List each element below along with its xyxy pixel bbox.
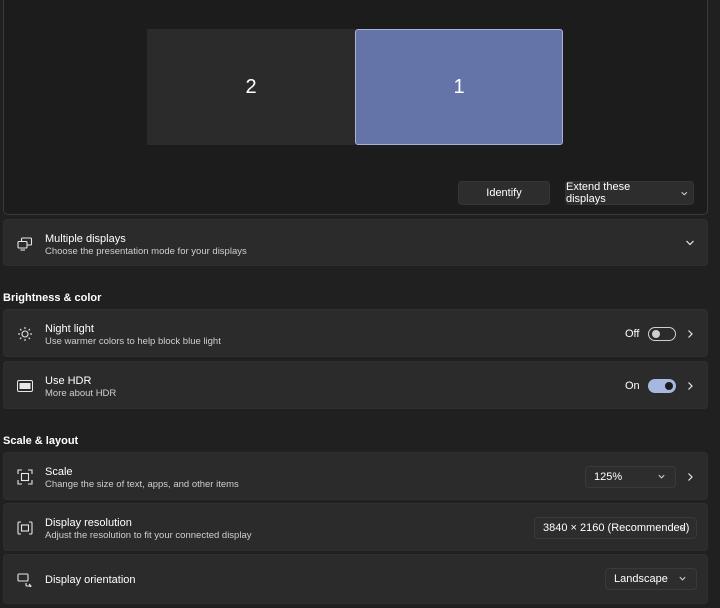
scale-card[interactable]: Scale Change the size of text, apps, and… (3, 452, 708, 500)
orientation-title: Display orientation (45, 574, 136, 586)
monitor-1[interactable]: 1 (355, 29, 563, 145)
multiple-displays-icon (17, 236, 33, 252)
chevron-down-icon (681, 191, 688, 196)
chevron-right-icon[interactable] (685, 329, 695, 339)
hdr-link[interactable]: More about HDR (45, 388, 116, 399)
hdr-state-label: On (625, 380, 640, 392)
display-mode-label: Extend these displays (566, 181, 631, 205)
toggle-knob (665, 382, 673, 390)
monitor-2-label: 2 (245, 75, 257, 98)
scale-dropdown[interactable]: 125% (585, 466, 676, 488)
night-light-state-label: Off (625, 328, 640, 340)
hdr-icon (17, 378, 33, 394)
hdr-toggle[interactable] (648, 379, 676, 393)
night-light-subtitle: Use warmer colors to help block blue lig… (45, 336, 221, 347)
monitor-1-label: 1 (453, 75, 465, 98)
multiple-displays-title: Multiple displays (45, 233, 126, 245)
display-mode-dropdown[interactable]: Extend these displays (565, 181, 694, 205)
resolution-title: Display resolution (45, 517, 132, 529)
resolution-icon (17, 520, 33, 536)
orientation-card[interactable]: Display orientation Landscape (3, 554, 708, 604)
chevron-down-icon (679, 525, 686, 530)
multiple-displays-subtitle: Choose the presentation mode for your di… (45, 246, 247, 257)
hdr-card[interactable]: Use HDR More about HDR On (3, 361, 708, 409)
chevron-down-icon (658, 474, 665, 479)
chevron-right-icon[interactable] (685, 472, 695, 482)
scale-icon (17, 469, 33, 485)
chevron-down-icon[interactable] (685, 238, 695, 248)
orientation-icon (17, 572, 33, 588)
night-light-title: Night light (45, 323, 94, 335)
multiple-displays-card[interactable]: Multiple displays Choose the presentatio… (3, 219, 708, 266)
monitor-2[interactable]: 2 (147, 29, 355, 145)
resolution-card[interactable]: Display resolution Adjust the resolution… (3, 503, 708, 551)
chevron-down-icon (679, 576, 686, 581)
scale-subtitle: Change the size of text, apps, and other… (45, 479, 239, 490)
orientation-value: Landscape (614, 573, 668, 585)
scale-section-heading: Scale & layout (3, 435, 79, 447)
orientation-dropdown[interactable]: Landscape (605, 568, 697, 590)
hdr-title: Use HDR (45, 375, 92, 387)
toggle-knob (652, 330, 660, 338)
display-arrangement-panel: 2 1 Identify Extend these displays (3, 0, 708, 215)
sun-icon (17, 326, 33, 342)
night-light-card[interactable]: Night light Use warmer colors to help bl… (3, 309, 708, 357)
night-light-toggle[interactable] (648, 327, 676, 341)
resolution-dropdown[interactable]: 3840 × 2160 (Recommended) (534, 517, 697, 539)
scale-title: Scale (45, 466, 73, 478)
chevron-right-icon[interactable] (685, 381, 695, 391)
identify-button-label: Identify (486, 187, 522, 199)
scale-value: 125% (594, 471, 623, 483)
identify-button[interactable]: Identify (458, 181, 550, 205)
resolution-value: 3840 × 2160 (Recommended) (543, 522, 690, 534)
resolution-subtitle: Adjust the resolution to fit your connec… (45, 530, 252, 541)
brightness-section-heading: Brightness & color (3, 292, 102, 304)
